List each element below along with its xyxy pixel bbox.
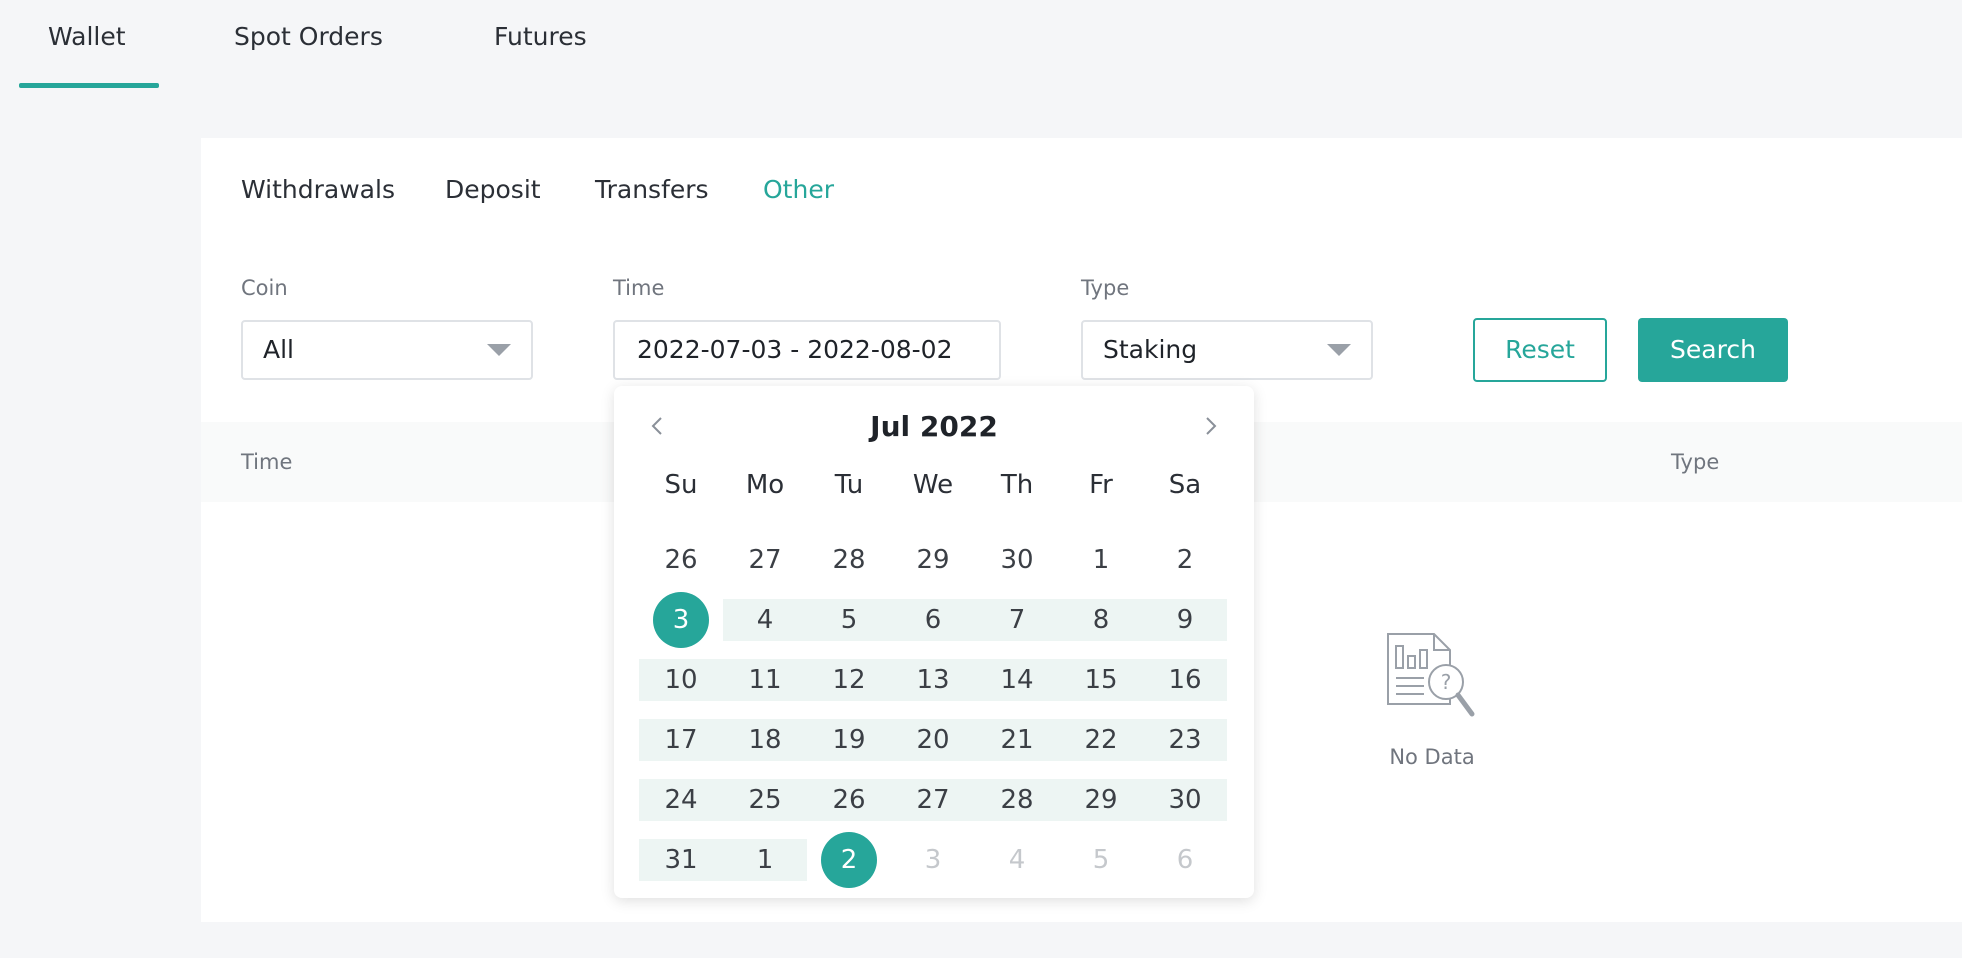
calendar-day[interactable]: 25 (723, 779, 807, 821)
column-header-time: Time (241, 450, 293, 474)
calendar-day[interactable]: 29 (1059, 779, 1143, 821)
calendar-day[interactable]: 12 (807, 659, 891, 701)
calendar-day[interactable]: 19 (807, 719, 891, 761)
type-select[interactable]: Staking (1081, 320, 1373, 380)
top-tab-bar: Wallet Spot Orders Futures (0, 0, 1962, 90)
calendar-day[interactable]: 23 (1143, 719, 1227, 761)
calendar-day[interactable]: 1 (723, 839, 807, 881)
calendar-week-row: 26 27 28 29 30 1 2 (639, 530, 1229, 590)
calendar-day[interactable]: 20 (891, 719, 975, 761)
calendar-day[interactable]: 31 (639, 839, 723, 881)
calendar-day-range-start[interactable]: 3 (639, 592, 723, 648)
calendar-week-row: 31 1 2 3 4 5 6 (639, 830, 1229, 890)
calendar-day[interactable]: 11 (723, 659, 807, 701)
calendar-day[interactable]: 28 (807, 539, 891, 581)
calendar-day-disabled: 4 (1008, 845, 1026, 875)
calendar-day-disabled: 5 (1092, 845, 1110, 875)
subtab-other[interactable]: Other (763, 175, 834, 204)
calendar-week-row: 24 25 26 27 28 29 30 (639, 770, 1229, 830)
calendar-day[interactable]: 27 (723, 539, 807, 581)
calendar-day[interactable]: 17 (639, 719, 723, 761)
calendar-day[interactable]: 27 (891, 779, 975, 821)
calendar-day[interactable]: 8 (1059, 599, 1143, 641)
calendar-day-range-end[interactable]: 2 (807, 832, 891, 888)
calendar-day[interactable]: 21 (975, 719, 1059, 761)
no-data-text: No Data (1389, 745, 1475, 769)
calendar-grid: Su Mo Tu We Th Fr Sa 26 27 28 29 30 1 2 … (639, 470, 1229, 890)
no-data-icon: ? (1387, 633, 1475, 717)
calendar-day[interactable]: 22 (1059, 719, 1143, 761)
calendar-day[interactable]: 18 (723, 719, 807, 761)
calendar-day[interactable]: 13 (891, 659, 975, 701)
weekday-label: Fr (1089, 470, 1113, 500)
calendar-day[interactable]: 9 (1143, 599, 1227, 641)
weekday-label: Th (1000, 470, 1034, 500)
reset-button[interactable]: Reset (1473, 318, 1607, 382)
type-select-value: Staking (1103, 335, 1198, 364)
date-picker-popup: Jul 2022 Su Mo Tu We Th Fr Sa 26 27 28 2… (614, 386, 1254, 898)
calendar-day[interactable]: 1 (1059, 539, 1143, 581)
calendar-week-row: 10 11 12 13 14 15 16 (639, 650, 1229, 710)
calendar-day[interactable]: 30 (975, 539, 1059, 581)
calendar-day[interactable]: 16 (1143, 659, 1227, 701)
weekday-label: Tu (834, 470, 864, 500)
tab-wallet[interactable]: Wallet (48, 22, 126, 51)
calendar-day[interactable]: 5 (807, 599, 891, 641)
tab-futures[interactable]: Futures (494, 22, 587, 51)
calendar-day-disabled: 6 (1176, 845, 1194, 875)
active-tab-indicator (19, 83, 159, 88)
calendar-day[interactable]: 30 (1143, 779, 1227, 821)
calendar-day[interactable]: 14 (975, 659, 1059, 701)
coin-select[interactable]: All (241, 320, 533, 380)
calendar-day[interactable]: 4 (723, 599, 807, 641)
sub-tab-bar: Withdrawals Deposit Transfers Other (201, 138, 1962, 248)
weekday-label: Sa (1168, 470, 1202, 500)
calendar-day[interactable]: 6 (891, 599, 975, 641)
calendar-day[interactable]: 7 (975, 599, 1059, 641)
selected-day-marker: 3 (653, 592, 709, 648)
coin-select-value: All (263, 335, 294, 364)
calendar-weekday-row: Su Mo Tu We Th Fr Sa (639, 470, 1229, 530)
weekday-label: Su (664, 470, 698, 500)
selected-day-marker: 2 (821, 832, 877, 888)
type-label: Type (1081, 276, 1130, 300)
time-label: Time (613, 276, 665, 300)
date-range-input[interactable]: 2022-07-03 - 2022-08-02 (613, 320, 1001, 380)
subtab-withdrawals[interactable]: Withdrawals (241, 175, 395, 204)
weekday-label: Mo (745, 470, 785, 500)
svg-text:?: ? (1441, 670, 1452, 694)
calendar-day[interactable]: 26 (639, 539, 723, 581)
subtab-deposit[interactable]: Deposit (445, 175, 541, 204)
chevron-right-icon[interactable] (1196, 412, 1224, 440)
calendar-day[interactable]: 28 (975, 779, 1059, 821)
calendar-day[interactable]: 26 (807, 779, 891, 821)
calendar-day[interactable]: 10 (639, 659, 723, 701)
calendar-week-row: 3 4 5 6 7 8 9 (639, 590, 1229, 650)
coin-label: Coin (241, 276, 288, 300)
search-button[interactable]: Search (1638, 318, 1788, 382)
subtab-transfers[interactable]: Transfers (595, 175, 709, 204)
calendar-day[interactable]: 24 (639, 779, 723, 821)
calendar-day[interactable]: 29 (891, 539, 975, 581)
page: Wallet Spot Orders Futures Withdrawals D… (0, 0, 1962, 958)
caret-down-icon (1327, 344, 1351, 356)
caret-down-icon (487, 344, 511, 356)
weekday-label: We (912, 470, 954, 500)
calendar-month-title: Jul 2022 (870, 410, 998, 443)
column-header-type: Type (1671, 450, 1720, 474)
tab-spot-orders[interactable]: Spot Orders (234, 22, 383, 51)
calendar-day[interactable]: 2 (1143, 539, 1227, 581)
calendar-day-disabled: 3 (924, 845, 942, 875)
calendar-week-row: 17 18 19 20 21 22 23 (639, 710, 1229, 770)
calendar-day[interactable]: 15 (1059, 659, 1143, 701)
